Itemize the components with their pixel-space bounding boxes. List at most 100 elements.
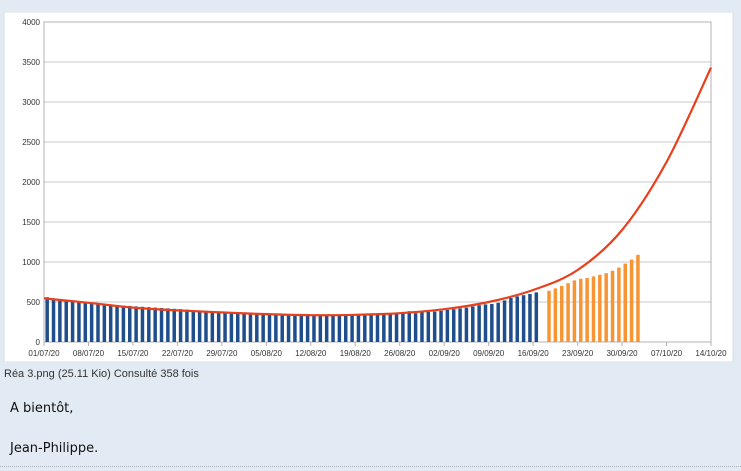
observed-bar xyxy=(248,313,253,342)
y-tick-label: 3500 xyxy=(22,58,40,67)
observed-bar xyxy=(280,314,284,342)
projected-bar xyxy=(636,254,640,342)
observed-bar xyxy=(45,297,49,342)
observed-bar xyxy=(324,315,329,342)
y-tick-label: 0 xyxy=(36,338,41,347)
observed-bar xyxy=(261,313,265,342)
observed-bar xyxy=(70,300,75,342)
signature-text: Jean-Philippe. xyxy=(10,441,99,456)
observed-bar xyxy=(96,303,100,342)
observed-bar xyxy=(375,313,380,342)
observed-bar xyxy=(388,313,392,342)
observed-bar xyxy=(420,312,424,342)
observed-bar xyxy=(172,308,176,342)
observed-bar xyxy=(407,311,412,342)
observed-bar xyxy=(274,314,278,342)
observed-bar xyxy=(159,308,164,342)
chart-frame: 0 500 1000 1500 2000 2500 3000 3500 4000 01/07/20… xyxy=(0,12,741,362)
observed-bar xyxy=(350,314,354,342)
projected-bar xyxy=(585,278,589,342)
y-tick-label: 2000 xyxy=(22,178,40,187)
projected-bar xyxy=(553,288,558,342)
observed-bar xyxy=(490,304,494,342)
observed-bar xyxy=(204,310,208,342)
attachment-caption[interactable]: Réa 3.png (25.11 Kio) Consulté 358 fois xyxy=(4,368,199,380)
y-tick-label: 4000 xyxy=(22,18,40,27)
observed-bar xyxy=(140,306,145,342)
observed-bar xyxy=(128,306,132,342)
projected-bar xyxy=(604,273,608,342)
observed-bar xyxy=(64,300,68,342)
projected-bar xyxy=(629,259,634,342)
observed-bar xyxy=(115,305,119,342)
y-tick-label: 1500 xyxy=(22,218,40,227)
projected-bar xyxy=(591,276,596,342)
projected-bar xyxy=(623,263,627,342)
observed-bar xyxy=(471,306,475,342)
observed-bar xyxy=(432,311,437,342)
post-divider xyxy=(0,466,741,467)
observed-bar xyxy=(267,314,272,342)
observed-bar xyxy=(58,299,62,342)
x-tick-label: 26/08/20 xyxy=(384,349,416,358)
observed-bar xyxy=(496,302,500,342)
observed-bar xyxy=(293,314,297,342)
observed-bar xyxy=(255,313,259,342)
x-tick-label: 16/09/20 xyxy=(518,349,550,358)
observed-bar xyxy=(521,295,526,342)
observed-bar xyxy=(166,308,170,342)
observed-bar xyxy=(369,313,373,342)
projected-bar xyxy=(547,290,551,342)
observed-bar xyxy=(229,312,234,342)
projected-bar xyxy=(579,278,583,342)
observed-bar xyxy=(312,314,316,342)
observed-bar xyxy=(439,310,443,342)
y-tick-label: 2500 xyxy=(22,138,40,147)
observed-bar xyxy=(102,304,107,342)
observed-bar xyxy=(83,302,88,342)
observed-bar xyxy=(483,304,488,342)
y-tick-label: 500 xyxy=(27,298,41,307)
observed-bar xyxy=(451,309,456,342)
x-tick-label: 14/10/20 xyxy=(695,349,727,358)
observed-bar xyxy=(394,312,399,342)
observed-bar xyxy=(509,298,513,342)
observed-bar xyxy=(77,301,81,342)
projected-bar xyxy=(566,283,570,342)
observed-bar xyxy=(51,298,56,342)
projected-bar xyxy=(598,274,602,342)
projected-bar xyxy=(572,280,577,342)
x-tick-label: 29/07/20 xyxy=(206,349,238,358)
y-tick-label: 3000 xyxy=(22,98,40,107)
observed-bar xyxy=(242,313,246,342)
x-tick-label: 22/07/20 xyxy=(162,349,194,358)
observed-bar xyxy=(121,305,126,342)
observed-bar xyxy=(191,310,196,342)
x-tick-label: 19/08/20 xyxy=(340,349,372,358)
greeting-text: A bientôt, xyxy=(10,401,74,416)
projected-bar xyxy=(559,286,564,342)
observed-bar xyxy=(318,315,323,342)
observed-bar xyxy=(185,309,189,342)
observed-bar xyxy=(477,305,481,342)
x-tick-label: 23/09/20 xyxy=(562,349,594,358)
observed-bar xyxy=(286,314,291,342)
x-tick-label: 09/09/20 xyxy=(473,349,505,358)
observed-bar xyxy=(236,312,240,342)
x-tick-label: 01/07/20 xyxy=(28,349,60,358)
observed-bar xyxy=(197,310,202,342)
x-tick-label: 05/08/20 xyxy=(251,349,283,358)
observed-bar xyxy=(147,307,151,342)
observed-bar xyxy=(343,314,348,342)
observed-bar xyxy=(413,313,418,342)
observed-bar xyxy=(458,308,462,342)
observed-bar xyxy=(178,309,183,342)
observed-bar xyxy=(534,292,539,342)
observed-bar xyxy=(363,314,367,342)
y-tick-label: 1000 xyxy=(22,258,40,267)
x-tick-label: 15/07/20 xyxy=(117,349,149,358)
observed-bar xyxy=(401,312,405,342)
observed-bar xyxy=(153,307,157,342)
observed-bar xyxy=(337,315,342,342)
observed-bar xyxy=(502,300,507,342)
